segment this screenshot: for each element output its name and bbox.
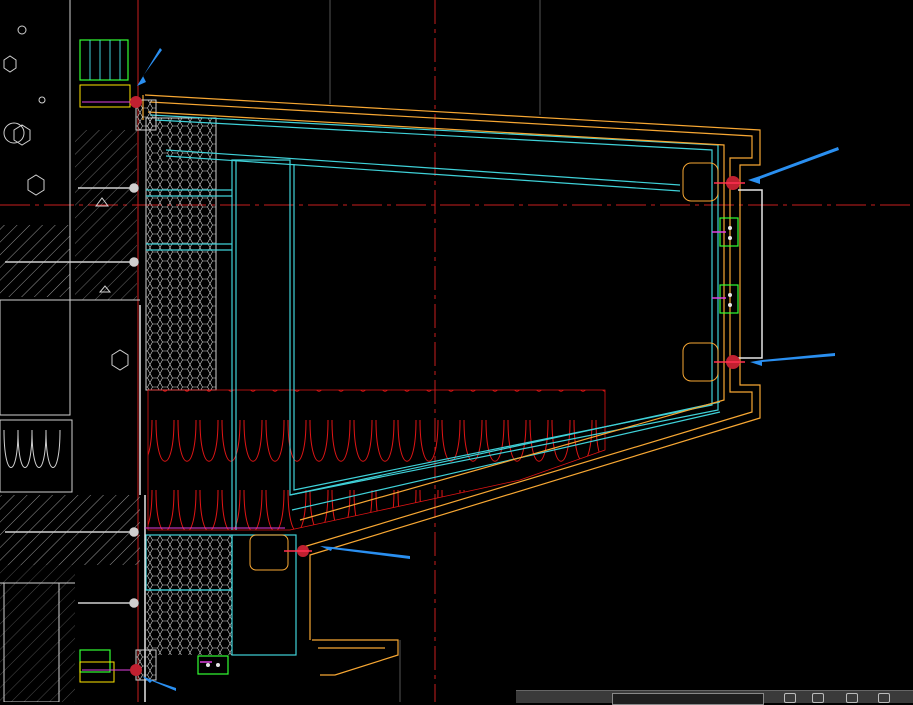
honeycomb-insulation (145, 117, 232, 655)
inner-frame-cyan (145, 114, 721, 656)
cad-status-bar (516, 690, 913, 705)
cad-detail-drawing (0, 0, 913, 702)
command-input[interactable] (612, 693, 764, 705)
mineral-wool-insulation (147, 389, 606, 531)
detail-arrow-icon (137, 48, 839, 691)
